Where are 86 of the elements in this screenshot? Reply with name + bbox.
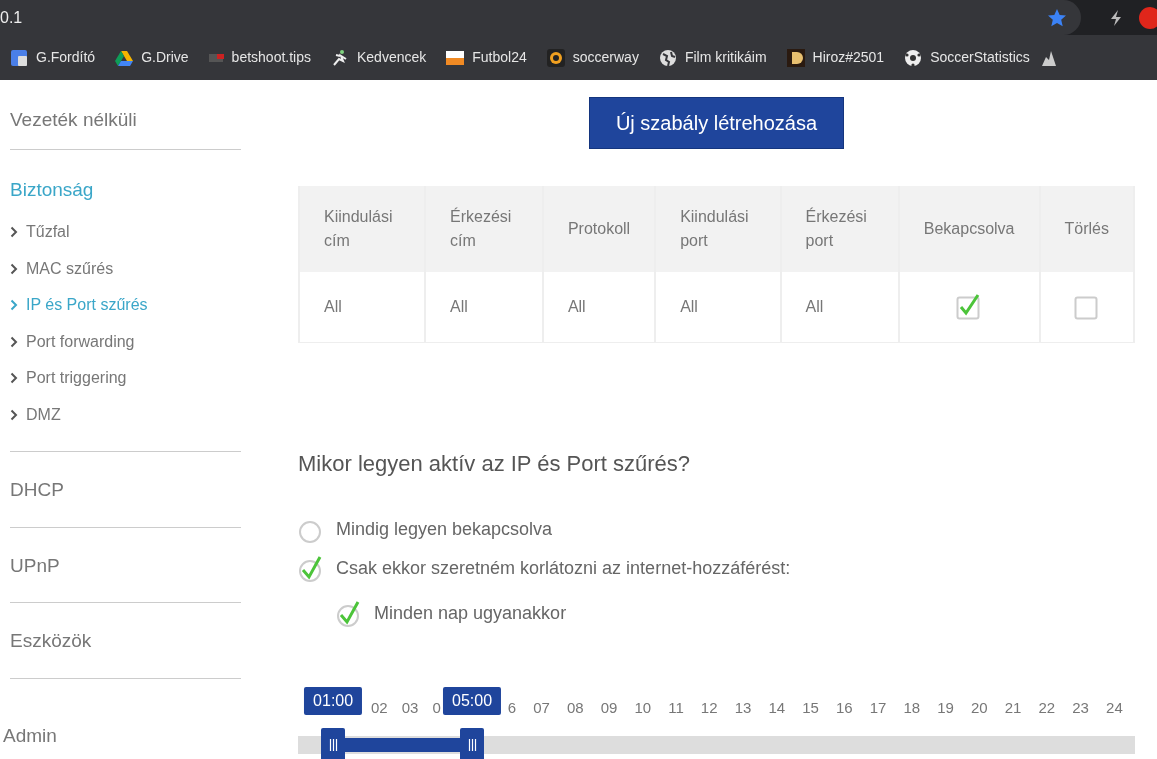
table-cell: All [656, 272, 780, 342]
hour-label: 10 [634, 698, 652, 718]
hour-label: 13 [734, 698, 752, 718]
hour-label: 03 [401, 698, 419, 718]
translate-icon [10, 48, 28, 67]
globe-icon [658, 48, 677, 67]
table-cell: All [781, 272, 898, 342]
hour-label: 11 [668, 698, 684, 718]
chevron-icon [10, 299, 18, 312]
bookmark[interactable]: G.Drive [105, 47, 199, 68]
option-label: Csak ekkor szeretném korlátozni az internet-hozzáférést: [336, 557, 791, 580]
sidebar-item[interactable]: Tűzfal [10, 214, 241, 251]
hour-label: 09 [600, 698, 618, 718]
bookmark[interactable]: Futbol24 [436, 47, 537, 68]
column-header: Törlés [1040, 186, 1133, 272]
new-rule-button[interactable]: Új szabály létrehozása [588, 97, 845, 149]
hour-label: 19 [937, 698, 954, 718]
checked-radio[interactable] [298, 554, 324, 583]
table-cell: All [426, 272, 542, 342]
column-header: Protokoll [543, 186, 655, 272]
hour-label: 24 [1106, 698, 1123, 718]
hour-label: 17 [869, 698, 887, 718]
checked-checkbox[interactable] [956, 294, 983, 320]
column-header: Bekapcsolva [899, 186, 1039, 272]
hour-label: 20 [971, 698, 988, 718]
hour-label: 08 [566, 698, 584, 718]
star-icon[interactable] [1047, 7, 1067, 28]
bookmark[interactable]: SoccerStatistics [894, 47, 1040, 68]
hour-label: 18 [903, 698, 921, 718]
sidebar-section[interactable]: Eszközök [10, 603, 241, 678]
hour-label: 0 [432, 698, 441, 718]
column-header: Érkezési port [781, 186, 898, 272]
address-text[interactable]: 0.1 [0, 5, 23, 30]
hour-label: 15 [802, 698, 819, 718]
letter-icon [786, 48, 805, 67]
sidebar-section[interactable]: DHCP [10, 452, 241, 527]
bookmark[interactable]: Hiroz#2501 [776, 47, 895, 68]
hour-label: 14 [768, 698, 786, 718]
column-header: Kiindulási cím [300, 186, 424, 272]
hour-label: 16 [835, 698, 853, 718]
section-heading: Mikor legyen aktív az IP és Port szűrés? [298, 450, 692, 478]
runner-icon [331, 48, 349, 67]
checked-radio[interactable] [336, 599, 362, 628]
drive-icon [115, 48, 134, 67]
chevron-icon [10, 372, 18, 385]
sidebar-item[interactable]: MAC szűrés [10, 250, 241, 287]
table-cell: All [300, 272, 424, 342]
chevron-icon [10, 226, 18, 239]
hour-label: 22 [1038, 698, 1056, 718]
hour-label: 07 [533, 698, 550, 718]
bookmark[interactable]: G.Fordító [0, 47, 106, 68]
sidebar-item[interactable]: DMZ [10, 396, 241, 433]
slider-handle[interactable] [321, 727, 346, 759]
chevron-icon [10, 262, 18, 275]
sidebar-section[interactable]: UPnP [10, 527, 241, 602]
table-cell: All [543, 272, 655, 342]
hour-label: 02 [371, 698, 388, 718]
hour-label: 21 [1004, 698, 1022, 718]
lightning-icon[interactable] [1109, 9, 1123, 27]
ball-icon [546, 48, 565, 67]
bookmark[interactable]: Kedvencek [321, 47, 437, 68]
hour-label: 23 [1072, 698, 1089, 718]
adblock-icon[interactable] [1139, 7, 1157, 29]
option-label: Minden nap ugyanakkor [374, 602, 567, 625]
time-tooltip: 05:00 [443, 686, 502, 715]
sidebar-item[interactable]: Port triggering [10, 360, 241, 397]
bookmark[interactable]: betshoot.tips [198, 47, 321, 68]
grip-icon [328, 739, 338, 751]
bookmark[interactable]: Film kritikáim [648, 47, 777, 68]
time-tooltip: 01:00 [304, 686, 363, 715]
option-label: Mindig legyen bekapcsolva [336, 518, 553, 541]
column-header: Érkezési cím [426, 186, 542, 272]
checkbox[interactable] [1073, 294, 1100, 320]
sidebar-item[interactable]: Port forwarding [10, 323, 241, 360]
chevron-icon [10, 408, 18, 421]
column-header: Kiindulási port [656, 186, 780, 272]
sidebar-section[interactable]: Admin [3, 721, 241, 759]
bookmark[interactable]: soccerway [536, 47, 649, 68]
soccer-ball-icon [904, 48, 923, 67]
flag-icon [208, 53, 224, 62]
hour-label: 6 [507, 698, 517, 718]
grip-icon [467, 739, 477, 751]
chevron-icon [10, 335, 18, 348]
hour-label: 12 [700, 698, 718, 718]
sidebar-section[interactable]: Vezeték nélküli [10, 80, 241, 149]
slider-handle[interactable] [460, 727, 485, 759]
